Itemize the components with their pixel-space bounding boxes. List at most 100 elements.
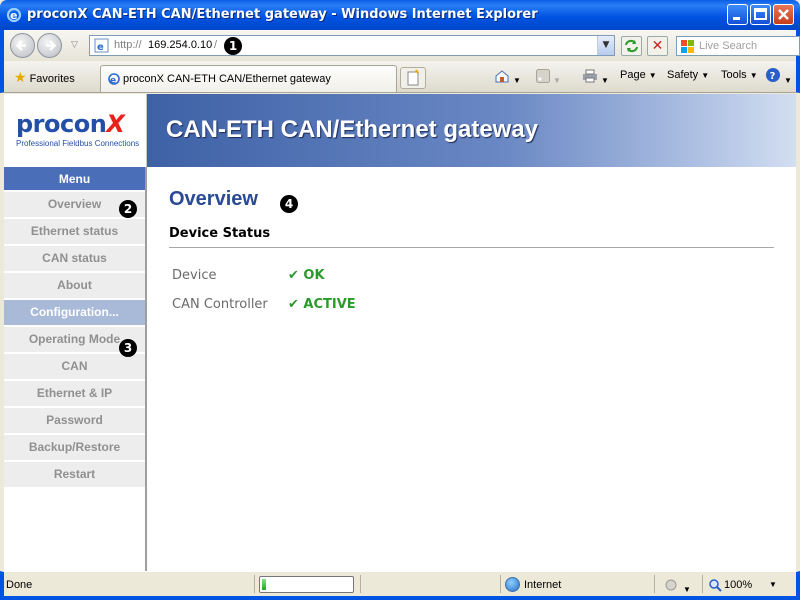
sidebar-item-ethernet-status[interactable]: Ethernet status	[4, 219, 145, 246]
svg-text:e: e	[97, 42, 104, 53]
sidebar-item-backup-restore[interactable]: Backup/Restore	[4, 435, 145, 462]
address-protocol: http://	[114, 39, 142, 51]
close-icon	[778, 9, 789, 20]
logo-x: X	[106, 110, 125, 138]
callout-marker-4: 4	[280, 195, 298, 213]
zoom-button[interactable]	[708, 578, 722, 595]
banner-title: CAN-ETH CAN/Ethernet gateway	[166, 116, 539, 143]
callout-marker-3: 3	[119, 339, 137, 357]
configuration-header: Configuration...	[4, 300, 145, 327]
new-tab-button[interactable]	[400, 67, 426, 89]
print-dropdown-icon[interactable]: ▼	[601, 76, 609, 85]
progress-bar	[259, 576, 354, 593]
ie-logo-icon: e	[6, 7, 22, 23]
zoom-chevron-icon[interactable]: ▼	[766, 578, 777, 590]
help-chevron-icon: ▼	[784, 76, 792, 85]
sidebar-item-about[interactable]: About	[4, 273, 145, 300]
recent-pages-chevron-icon[interactable]: ▽	[71, 40, 78, 50]
new-tab-icon	[407, 69, 419, 86]
sidebar-item-restart[interactable]: Restart	[4, 462, 145, 489]
address-toolbar: ▽ e http:// 169.254.0.10 / 1 ▼ ✕ Live Se…	[0, 30, 800, 61]
address-field[interactable]: e http:// 169.254.0.10 / 1 ▼	[89, 35, 615, 56]
tools-menu-label: Tools	[721, 69, 747, 81]
refresh-icon	[625, 39, 638, 53]
page-chevron-icon: ▼	[648, 71, 657, 80]
browser-tab[interactable]: e proconX CAN-ETH CAN/Ethernet gateway	[100, 65, 397, 92]
help-icon: ?	[766, 68, 780, 82]
section-divider	[169, 247, 774, 248]
section-title: Device Status	[169, 226, 271, 241]
minimize-icon	[733, 17, 740, 20]
status-separator	[654, 575, 655, 593]
security-zone-label: Internet	[524, 579, 562, 591]
protected-mode-button[interactable]: ▼	[664, 578, 691, 595]
feeds-button[interactable]: ▼	[536, 69, 561, 86]
home-icon	[495, 70, 509, 83]
stop-button[interactable]: ✕	[647, 36, 668, 56]
search-placeholder: Live Search	[699, 40, 758, 52]
maximize-button[interactable]	[750, 4, 771, 25]
address-host: 169.254.0.10	[148, 39, 213, 51]
sidebar-menu: Menu Overview Ethernet status CAN status…	[4, 167, 147, 571]
zoom-level[interactable]: 100%	[724, 579, 752, 591]
minimize-button[interactable]	[727, 4, 748, 25]
status-separator	[702, 575, 703, 593]
header-banner: CAN-ETH CAN/Ethernet gateway	[147, 94, 796, 167]
maximize-icon	[754, 8, 767, 20]
status-separator	[360, 575, 361, 593]
status-bar: Done Internet ▼ 100% ▼	[0, 571, 800, 600]
help-button[interactable]: ? ▼	[765, 67, 792, 86]
back-button[interactable]	[10, 33, 35, 58]
refresh-button[interactable]	[621, 36, 642, 56]
can-controller-label: CAN Controller	[172, 297, 268, 312]
status-separator	[500, 575, 501, 593]
svg-text:e: e	[110, 76, 116, 86]
favorites-button[interactable]: ★ Favorites	[14, 69, 75, 86]
page-menu-label: Page	[620, 69, 646, 81]
sidebar-item-can[interactable]: CAN	[4, 354, 145, 381]
print-button[interactable]: ▼	[582, 69, 609, 86]
progress-fill	[262, 579, 266, 590]
lock-settings-icon	[665, 579, 677, 591]
logo-tagline: Professional Fieldbus Connections	[16, 139, 140, 148]
status-separator	[254, 575, 255, 593]
command-toolbar: ★ Favorites e proconX CAN-ETH CAN/Etherne…	[0, 61, 800, 93]
device-status-value: ✔ OK	[288, 268, 325, 283]
logo[interactable]: proconX Professional Fieldbus Connection…	[4, 94, 147, 167]
forward-arrow-icon	[46, 40, 57, 51]
page-header: proconX Professional Fieldbus Connection…	[4, 94, 796, 167]
home-button[interactable]: ▼	[494, 69, 521, 86]
address-path: /	[214, 39, 218, 51]
tools-menu[interactable]: Tools ▼	[721, 69, 758, 81]
sidebar-item-can-status[interactable]: CAN status	[4, 246, 145, 273]
safety-chevron-icon: ▼	[701, 71, 710, 80]
close-window-button[interactable]	[773, 4, 794, 25]
window-title: proconX CAN-ETH CAN/Ethernet gateway - W…	[27, 7, 538, 22]
favorites-star-icon: ★	[14, 69, 27, 85]
web-page: proconX Professional Fieldbus Connection…	[4, 94, 796, 571]
sidebar-item-ethernet-ip[interactable]: Ethernet & IP	[4, 381, 145, 408]
window-titlebar: e proconX CAN-ETH CAN/Ethernet gateway -…	[0, 0, 800, 30]
safety-menu[interactable]: Safety ▼	[667, 69, 709, 81]
address-dropdown-icon[interactable]: ▼	[597, 36, 614, 55]
safety-menu-label: Safety	[667, 69, 699, 81]
svg-text:?: ?	[770, 71, 776, 82]
logo-wordmark: proconX	[16, 110, 125, 138]
sidebar-item-password[interactable]: Password	[4, 408, 145, 435]
device-label: Device	[172, 268, 217, 283]
callout-marker-1: 1	[224, 37, 242, 55]
zoom-magnifier-icon	[709, 579, 722, 592]
protected-mode-chevron-icon: ▼	[683, 585, 691, 594]
search-input[interactable]: Live Search	[676, 36, 800, 56]
forward-button[interactable]	[37, 33, 62, 58]
home-dropdown-icon[interactable]: ▼	[513, 76, 521, 85]
tab-ie-icon: e	[108, 73, 120, 86]
status-text: Done	[6, 579, 33, 591]
page-menu[interactable]: Page ▼	[620, 69, 657, 81]
feeds-dropdown-icon[interactable]: ▼	[553, 76, 561, 85]
can-controller-status-value: ✔ ACTIVE	[288, 297, 356, 312]
tools-chevron-icon: ▼	[749, 71, 758, 80]
callout-marker-2: 2	[119, 200, 137, 218]
logo-text: procon	[16, 110, 107, 138]
svg-text:e: e	[10, 9, 17, 22]
